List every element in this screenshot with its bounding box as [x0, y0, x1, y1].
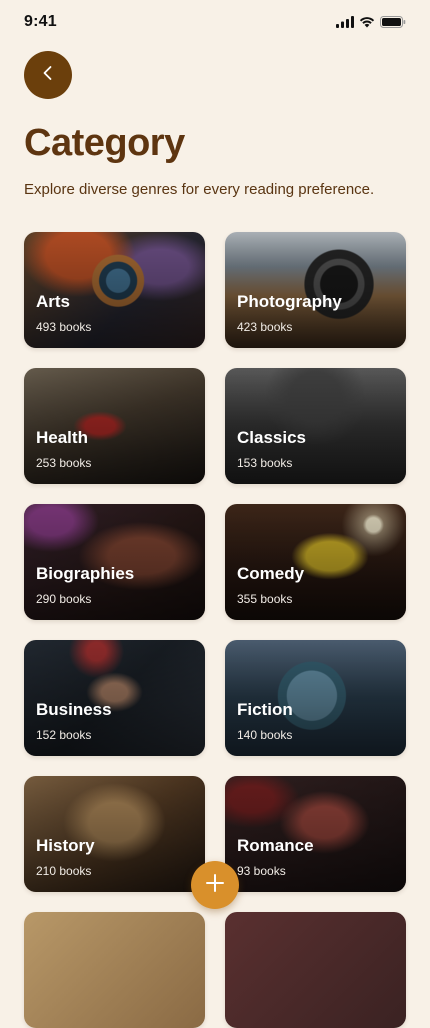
- category-card-romance[interactable]: Romance 93 books: [225, 776, 406, 892]
- status-icons: [336, 15, 406, 33]
- category-card-comedy[interactable]: Comedy 355 books: [225, 504, 406, 620]
- plus-icon: [204, 872, 226, 899]
- category-card-partial[interactable]: [225, 912, 406, 1028]
- battery-icon: [380, 15, 406, 33]
- category-count: 153 books: [237, 456, 293, 470]
- status-time: 9:41: [24, 13, 57, 30]
- page-title: Category: [24, 122, 185, 164]
- category-name: Comedy: [237, 564, 305, 583]
- category-count: 253 books: [36, 456, 92, 470]
- category-count: 210 books: [36, 864, 92, 878]
- category-name: Arts: [36, 292, 71, 311]
- category-image: [225, 912, 406, 1028]
- status-bar: 9:41: [0, 0, 430, 44]
- category-count: 423 books: [237, 320, 293, 334]
- category-card-photography[interactable]: Photography 423 books: [225, 232, 406, 348]
- category-name: Health: [36, 428, 88, 447]
- chevron-left-icon: [38, 63, 58, 88]
- add-button[interactable]: [191, 861, 239, 909]
- page-subtitle: Explore diverse genres for every reading…: [24, 181, 375, 198]
- category-name: Photography: [237, 292, 342, 311]
- category-card-business[interactable]: Business 152 books: [24, 640, 205, 756]
- back-button[interactable]: [24, 51, 72, 99]
- category-card-fiction[interactable]: Fiction 140 books: [225, 640, 406, 756]
- category-name: Business: [36, 700, 112, 719]
- category-card-arts[interactable]: Arts 493 books: [24, 232, 205, 348]
- category-count: 152 books: [36, 728, 92, 742]
- category-count: 93 books: [237, 864, 286, 878]
- category-count: 140 books: [237, 728, 293, 742]
- category-name: Classics: [237, 428, 306, 447]
- category-card-partial[interactable]: [24, 912, 205, 1028]
- category-count: 493 books: [36, 320, 92, 334]
- wifi-icon: [359, 15, 375, 33]
- category-count: 290 books: [36, 592, 92, 606]
- category-card-history[interactable]: History 210 books: [24, 776, 205, 892]
- category-name: Fiction: [237, 700, 293, 719]
- category-name: Biographies: [36, 564, 135, 583]
- category-name: Romance: [237, 836, 314, 855]
- cellular-signal-icon: [336, 15, 354, 33]
- category-card-biographies[interactable]: Biographies 290 books: [24, 504, 205, 620]
- category-count: 355 books: [237, 592, 293, 606]
- category-card-health[interactable]: Health 253 books: [24, 368, 205, 484]
- category-name: History: [36, 836, 95, 855]
- category-image: [24, 912, 205, 1028]
- category-card-classics[interactable]: Classics 153 books: [225, 368, 406, 484]
